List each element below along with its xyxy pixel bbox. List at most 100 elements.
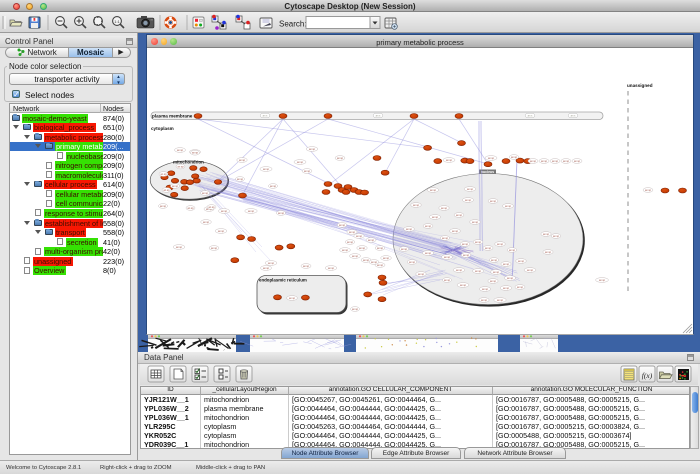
svg-text:an sp: an sp (485, 247, 492, 250)
svg-text:an sp: an sp (467, 188, 474, 191)
svg-text:an sp: an sp (237, 178, 244, 181)
svg-text:an sp: an sp (177, 165, 184, 168)
svg-text:an sp: an sp (203, 221, 210, 224)
svg-text:an sp: an sp (413, 204, 420, 207)
svg-text:an sp: an sp (377, 264, 384, 267)
svg-text:an sp: an sp (488, 157, 495, 160)
svg-text:an sp: an sp (493, 271, 500, 274)
svg-text:an sp: an sp (456, 269, 463, 272)
svg-text:endoplasmic reticulum: endoplasmic reticulum (259, 278, 307, 283)
svg-text:Search:: Search: (279, 20, 307, 29)
svg-text:an sp: an sp (278, 212, 285, 215)
svg-text:an sp: an sp (221, 210, 228, 213)
svg-text:an sp: an sp (552, 160, 559, 163)
svg-text:an sp: an sp (563, 160, 570, 163)
svg-text:an sp: an sp (239, 159, 246, 162)
svg-text:an sp: an sp (465, 199, 472, 202)
svg-text:an sp: an sp (160, 173, 167, 176)
svg-text:an sp: an sp (309, 148, 316, 151)
svg-text:an sp: an sp (176, 246, 183, 249)
svg-text:an sp: an sp (472, 221, 479, 224)
svg-text:an sp: an sp (356, 235, 363, 238)
svg-text:an sp: an sp (452, 230, 459, 233)
svg-text:an sp: an sp (527, 269, 534, 272)
svg-text:an sp: an sp (441, 207, 448, 210)
svg-text:an sp: an sp (497, 299, 504, 302)
svg-text:f(x): f(x) (642, 371, 653, 380)
svg-text:an sp: an sp (425, 225, 432, 228)
svg-text:an sp: an sp (359, 247, 366, 250)
svg-text:an sp: an sp (208, 206, 215, 209)
svg-text:an sp: an sp (328, 267, 335, 270)
svg-text:an sp: an sp (511, 156, 518, 159)
svg-text:an sp: an sp (444, 256, 451, 259)
svg-text:an sp: an sp (481, 299, 488, 302)
svg-text:an sp: an sp (218, 230, 225, 233)
svg-text:an sp: an sp (270, 185, 277, 188)
svg-text:an sp: an sp (383, 257, 390, 260)
svg-text:an sp: an sp (430, 189, 437, 192)
svg-text:an sp: an sp (352, 255, 359, 258)
svg-text:an sp: an sp (268, 262, 275, 265)
svg-text:an sp: an sp (490, 200, 497, 203)
svg-text:cytoplasm: cytoplasm (151, 126, 174, 131)
svg-text:an sp: an sp (518, 260, 525, 263)
svg-text:an sp: an sp (553, 235, 560, 238)
svg-text:an sp: an sp (202, 192, 209, 195)
svg-text:an sp: an sp (541, 160, 548, 163)
svg-text:an sp: an sp (509, 249, 516, 252)
svg-text:an sp: an sp (377, 247, 384, 250)
svg-text:an sp: an sp (342, 249, 349, 252)
svg-text:an sp: an sp (442, 237, 449, 240)
svg-text:nucleus: nucleus (481, 170, 494, 174)
svg-text:mitochondrion: mitochondrion (173, 159, 204, 164)
svg-text:an sp: an sp (462, 243, 469, 246)
svg-text:an sp: an sp (517, 286, 524, 289)
svg-text:an sp: an sp (444, 279, 451, 282)
svg-text:an sp: an sp (574, 160, 581, 163)
svg-text:an sp: an sp (543, 233, 550, 236)
svg-text:an s: an s (528, 115, 533, 118)
svg-text:an sp: an sp (599, 279, 606, 282)
svg-text:an sp: an sp (211, 247, 218, 250)
svg-text:an sp: an sp (187, 207, 194, 210)
svg-text:an sp: an sp (497, 243, 504, 246)
svg-text:an sp: an sp (446, 159, 453, 162)
svg-text:plasma membrane: plasma membrane (152, 114, 193, 119)
svg-text:1:1: 1:1 (114, 19, 120, 24)
svg-text:an sp: an sp (192, 152, 199, 155)
svg-text:an sp: an sp (463, 254, 470, 257)
svg-text:an sp: an sp (503, 287, 510, 290)
svg-text:an sp: an sp (507, 277, 514, 280)
svg-text:an sp: an sp (177, 149, 184, 152)
svg-text:an sp: an sp (401, 248, 408, 251)
svg-text:an sp: an sp (160, 205, 167, 208)
svg-text:an sp: an sp (248, 210, 255, 213)
svg-text:an sp: an sp (418, 273, 425, 276)
svg-text:an sp: an sp (456, 214, 463, 217)
svg-text:an sp: an sp (363, 259, 370, 262)
svg-text:an sp: an sp (337, 157, 344, 160)
svg-text:an sp: an sp (409, 261, 416, 264)
svg-text:an sp: an sp (347, 241, 354, 244)
svg-text:an sp: an sp (503, 263, 510, 266)
svg-text:an sp: an sp (172, 185, 179, 188)
svg-text:an sp: an sp (530, 160, 537, 163)
svg-text:an sp: an sp (482, 288, 489, 291)
svg-text:an sp: an sp (475, 241, 482, 244)
svg-text:an sp: an sp (263, 267, 270, 270)
svg-text:an sp: an sp (460, 284, 467, 287)
svg-text:an s: an s (376, 115, 381, 118)
svg-text:an sp: an sp (303, 265, 310, 268)
svg-text:an s: an s (571, 115, 576, 118)
svg-text:an sp: an sp (490, 280, 497, 283)
svg-text:an sp: an sp (645, 189, 652, 192)
svg-text:an s: an s (263, 115, 268, 118)
svg-text:an sp: an sp (432, 216, 439, 219)
svg-text:an sp: an sp (491, 259, 498, 262)
svg-text:an sp: an sp (425, 252, 432, 255)
svg-text:an sp: an sp (349, 231, 356, 234)
svg-text:an sp: an sp (505, 205, 512, 208)
svg-text:an sp: an sp (475, 270, 482, 273)
svg-text:an sp: an sp (339, 224, 346, 227)
